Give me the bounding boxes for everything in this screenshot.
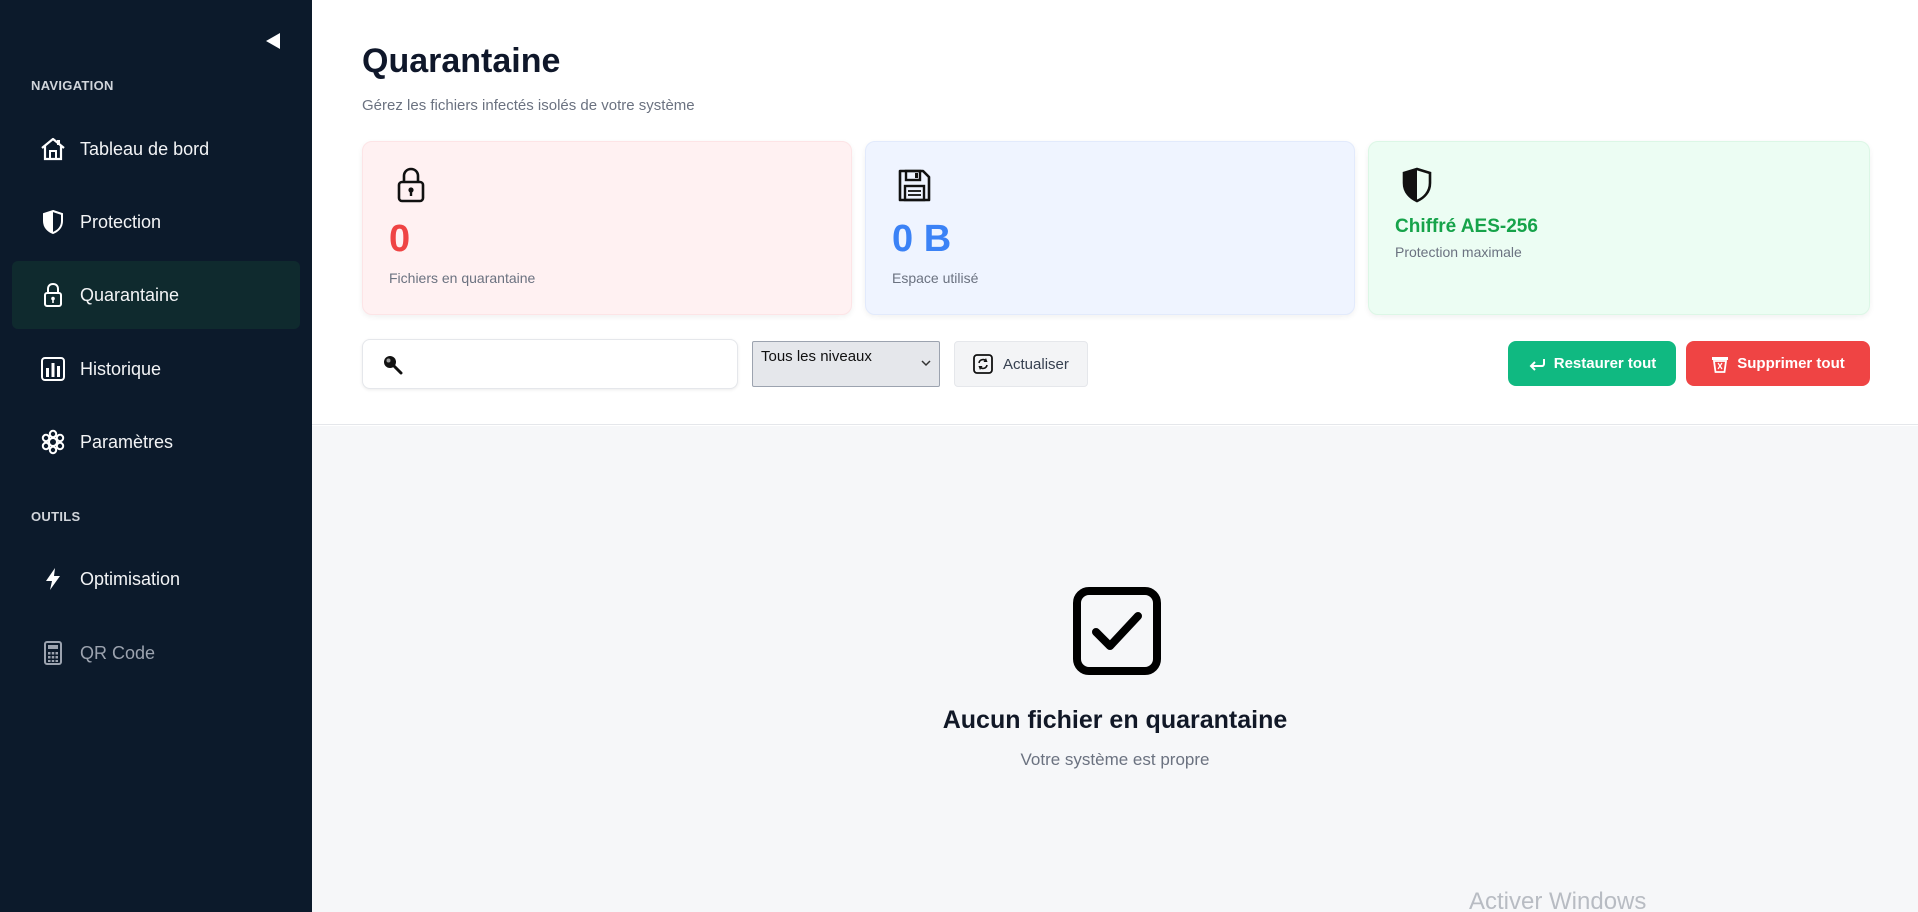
lock-icon: [40, 282, 66, 308]
section-label-navigation: NAVIGATION: [31, 78, 114, 93]
lock-icon: [393, 166, 429, 204]
search-icon: [384, 356, 403, 375]
checkbox-checked-icon: [1072, 586, 1162, 676]
section-label-tools: OUTILS: [31, 509, 81, 524]
encryption-label: Protection maximale: [1395, 244, 1522, 260]
empty-state-subtitle: Votre système est propre: [1020, 750, 1210, 769]
delete-all-label: Supprimer tout: [1737, 355, 1845, 372]
return-arrow-icon: [1529, 358, 1545, 371]
space-used-label: Espace utilisé: [892, 270, 979, 286]
search-box[interactable]: [362, 339, 738, 389]
trash-icon: [1712, 356, 1729, 373]
lightning-icon: [40, 566, 66, 592]
sidebar-item-label: Optimisation: [80, 568, 181, 589]
header-area: Quarantaine Gérez les fichiers infectés …: [312, 0, 1918, 425]
restore-all-label: Restaurer tout: [1553, 355, 1657, 372]
sidebar-item-qr-code[interactable]: QR Code: [12, 619, 300, 687]
quarantine-list-area: Aucun fichier en quarantaine Votre systè…: [312, 426, 1918, 912]
windows-activation-watermark: Activer Windows: [1469, 888, 1647, 912]
refresh-button[interactable]: Actualiser: [954, 341, 1088, 387]
page-subtitle: Gérez les fichiers infectés isolés de vo…: [362, 97, 695, 114]
sidebar-item-history[interactable]: Historique: [12, 335, 300, 403]
stat-card-space: 0 B Espace utilisé: [865, 141, 1355, 315]
sidebar-item-quarantine[interactable]: Quarantaine: [12, 261, 300, 329]
collapse-sidebar-button[interactable]: [262, 30, 284, 52]
calculator-icon: [40, 640, 66, 666]
chevron-down-icon: [921, 360, 931, 367]
triangle-left-icon: [266, 33, 280, 49]
delete-all-button[interactable]: Supprimer tout: [1686, 341, 1870, 386]
files-count: 0: [389, 218, 411, 260]
encryption-title: Chiffré AES-256: [1395, 216, 1538, 237]
sidebar-item-label: Paramètres: [80, 431, 174, 452]
refresh-icon: [973, 354, 993, 374]
shield-icon: [40, 209, 66, 235]
bar-chart-icon: [40, 356, 66, 382]
floppy-disk-icon: [896, 166, 932, 204]
sidebar-item-label: QR Code: [80, 642, 156, 663]
restore-all-button[interactable]: Restaurer tout: [1508, 341, 1676, 386]
search-input[interactable]: [413, 355, 733, 373]
level-filter-select[interactable]: Tous les niveaux: [752, 341, 940, 387]
level-filter-value: Tous les niveaux: [761, 348, 872, 365]
refresh-label: Actualiser: [1003, 355, 1069, 373]
sidebar: NAVIGATION Tableau de bord Protection Qu…: [0, 0, 312, 912]
sidebar-item-protection[interactable]: Protection: [12, 188, 300, 256]
space-used-value: 0 B: [892, 218, 952, 260]
sidebar-item-label: Protection: [80, 211, 162, 232]
gear-icon: [40, 429, 66, 455]
sidebar-item-optimization[interactable]: Optimisation: [12, 545, 300, 613]
stat-card-encryption: Chiffré AES-256 Protection maximale: [1368, 141, 1870, 315]
shield-icon: [1399, 166, 1435, 204]
empty-state-title: Aucun fichier en quarantaine: [942, 706, 1288, 734]
sidebar-item-label: Historique: [80, 358, 162, 379]
main-panel: Quarantaine Gérez les fichiers infectés …: [312, 0, 1918, 912]
sidebar-item-label: Quarantaine: [80, 284, 180, 305]
sidebar-item-dashboard[interactable]: Tableau de bord: [12, 115, 300, 183]
page-title: Quarantaine: [362, 42, 561, 80]
files-label: Fichiers en quarantaine: [389, 270, 536, 286]
stat-card-files: 0 Fichiers en quarantaine: [362, 141, 852, 315]
house-icon: [40, 136, 66, 162]
sidebar-item-settings[interactable]: Paramètres: [12, 408, 300, 476]
sidebar-item-label: Tableau de bord: [80, 138, 210, 159]
